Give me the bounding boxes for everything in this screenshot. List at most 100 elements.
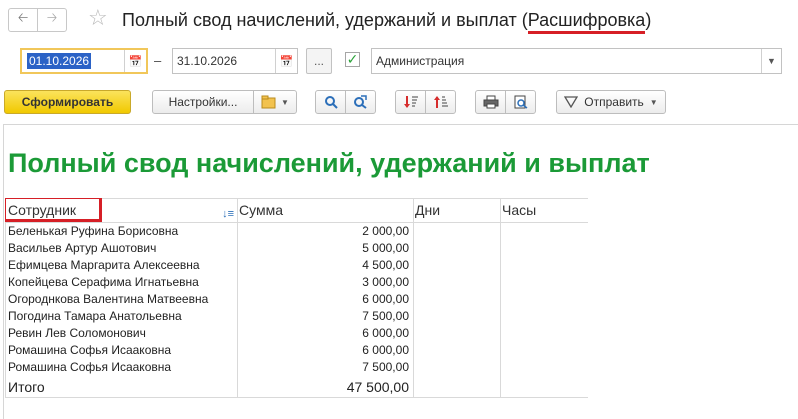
cell-days[interactable]	[413, 274, 500, 291]
period-select-button[interactable]: ...	[306, 48, 332, 74]
total-hours[interactable]	[500, 376, 588, 398]
cell-hours[interactable]	[500, 342, 588, 359]
collapse-groups-button[interactable]	[425, 90, 456, 114]
cell-employee[interactable]: Васильев Артур Ашотович	[5, 240, 237, 257]
total-sum[interactable]: 47 500,00	[237, 376, 413, 398]
cell-hours[interactable]	[500, 291, 588, 308]
settings-button[interactable]: Настройки...	[152, 90, 254, 114]
date-from-value: 01.10.2026	[27, 53, 92, 69]
cell-days[interactable]	[413, 240, 500, 257]
cell-sum[interactable]: 7 500,00	[237, 359, 413, 376]
cell-employee[interactable]: Ефимцева Маргарита Алексеевна	[5, 257, 237, 274]
cell-days[interactable]	[413, 359, 500, 376]
cell-days[interactable]	[413, 325, 500, 342]
total-row[interactable]: Итого 47 500,00	[5, 376, 588, 398]
cell-hours[interactable]	[500, 257, 588, 274]
cell-employee[interactable]: Ромашина Софья Исааковна	[5, 342, 237, 359]
column-header-sum[interactable]: Сумма	[237, 198, 413, 222]
cell-days[interactable]	[413, 308, 500, 325]
search-next-icon	[354, 95, 367, 109]
cell-days[interactable]	[413, 291, 500, 308]
table-row[interactable]: Ефимцева Маргарита Алексеевна 4 500,00	[5, 257, 588, 274]
cell-sum[interactable]: 3 000,00	[237, 274, 413, 291]
sort-descending-icon	[403, 96, 418, 108]
cell-sum[interactable]: 6 000,00	[237, 342, 413, 359]
cell-sum[interactable]: 4 500,00	[237, 257, 413, 274]
date-range-dash: –	[154, 53, 162, 68]
cell-days[interactable]	[413, 223, 500, 240]
back-button[interactable]: 🡠	[8, 8, 38, 32]
window-header: 🡠 🡢 ☆ Полный свод начислений, удержаний …	[0, 0, 798, 40]
calendar-icon[interactable]: 📅	[275, 49, 297, 73]
cell-employee[interactable]: Огороднкова Валентина Матвеевна	[5, 291, 237, 308]
table-row[interactable]: Васильев Артур Ашотович 5 000,00	[5, 240, 588, 257]
cell-sum[interactable]: 5 000,00	[237, 240, 413, 257]
cell-hours[interactable]	[500, 223, 588, 240]
table-row[interactable]: Огороднкова Валентина Матвеевна 6 000,00	[5, 291, 588, 308]
cell-hours[interactable]	[500, 359, 588, 376]
title-decode-label: Расшифровка	[527, 10, 646, 34]
chevron-down-icon: ▼	[281, 97, 289, 107]
expand-groups-button[interactable]	[395, 90, 426, 114]
sort-icon[interactable]: ↓≡	[222, 202, 234, 222]
checkmark-icon: ✓	[346, 51, 359, 67]
cell-employee[interactable]: Ревин Лев Соломонович	[5, 325, 237, 342]
column-header-employee[interactable]: Сотрудник ↓≡	[5, 198, 237, 222]
cell-hours[interactable]	[500, 274, 588, 291]
table-row[interactable]: Погодина Тамара Анатольевна 7 500,00	[5, 308, 588, 325]
cell-employee[interactable]: Копейцева Серафима Игнатьевна	[5, 274, 237, 291]
highlight-frame	[5, 198, 102, 222]
search-icon	[324, 96, 338, 109]
cell-employee[interactable]: Беленькая Руфина Борисовна	[5, 223, 237, 240]
table-row[interactable]: Беленькая Руфина Борисовна 2 000,00	[5, 223, 588, 240]
cell-days[interactable]	[413, 257, 500, 274]
cell-sum[interactable]: 7 500,00	[237, 308, 413, 325]
table-row[interactable]: Копейцева Серафима Игнатьевна 3 000,00	[5, 274, 588, 291]
cell-sum[interactable]: 6 000,00	[237, 291, 413, 308]
arrow-right-icon: 🡢	[46, 10, 58, 25]
total-days[interactable]	[413, 376, 500, 398]
preview-button[interactable]	[505, 90, 536, 114]
organization-checkbox[interactable]: ✓	[345, 52, 360, 67]
cell-hours[interactable]	[500, 325, 588, 342]
folder-icon	[261, 95, 276, 109]
report-title: Полный свод начислений, удержаний и выпл…	[8, 148, 650, 178]
printer-icon	[483, 95, 498, 109]
report-variants-button[interactable]: ▼	[253, 90, 297, 114]
find-button[interactable]	[315, 90, 346, 114]
cell-sum[interactable]: 2 000,00	[237, 223, 413, 240]
cell-employee[interactable]: Погодина Тамара Анатольевна	[5, 308, 237, 325]
window-title: Полный свод начислений, удержаний и выпл…	[122, 9, 651, 34]
table-row[interactable]: Ревин Лев Соломонович 6 000,00	[5, 325, 588, 342]
chevron-down-icon: ▼	[649, 97, 658, 107]
sort-ascending-icon	[433, 96, 448, 108]
total-label[interactable]: Итого	[5, 376, 237, 398]
send-button[interactable]: Отправить ▼	[556, 90, 666, 114]
table-row[interactable]: Ромашина Софья Исааковна 6 000,00	[5, 342, 588, 359]
table-row[interactable]: Ромашина Софья Исааковна 7 500,00	[5, 359, 588, 376]
forward-button[interactable]: 🡢	[37, 8, 67, 32]
calendar-icon[interactable]: 📅	[124, 50, 146, 72]
arrow-left-icon: 🡠	[17, 10, 29, 25]
cell-days[interactable]	[413, 342, 500, 359]
date-from-field[interactable]: 01.10.2026 📅	[20, 48, 148, 74]
column-header-days[interactable]: Дни	[413, 198, 500, 222]
cell-employee[interactable]: Ромашина Софья Исааковна	[5, 359, 237, 376]
find-next-button[interactable]	[345, 90, 376, 114]
column-header-hours[interactable]: Часы	[500, 198, 588, 222]
cell-hours[interactable]	[500, 240, 588, 257]
cell-sum[interactable]: 6 000,00	[237, 325, 413, 342]
organization-value: Администрация	[376, 54, 465, 68]
date-to-field[interactable]: 31.10.2026 📅	[172, 48, 298, 74]
organization-select[interactable]: Администрация ▼	[371, 48, 782, 74]
favorite-star-icon[interactable]: ☆	[88, 6, 108, 30]
print-button[interactable]	[475, 90, 506, 114]
generate-button[interactable]: Сформировать	[4, 90, 131, 114]
dropdown-arrow-icon[interactable]: ▼	[761, 49, 781, 73]
cell-hours[interactable]	[500, 308, 588, 325]
table-header-row: Сотрудник ↓≡ Сумма Дни Часы	[5, 198, 588, 222]
send-button-label: Отправить	[584, 95, 644, 109]
date-to-value: 31.10.2026	[177, 54, 238, 68]
send-icon	[564, 96, 579, 108]
print-preview-icon	[514, 95, 527, 109]
